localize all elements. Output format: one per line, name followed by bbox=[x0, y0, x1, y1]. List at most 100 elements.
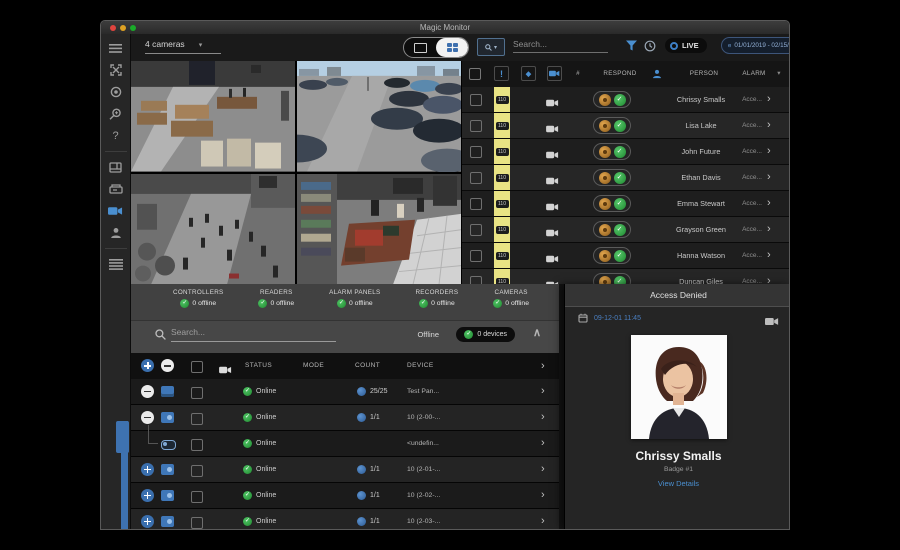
diamond-column-icon[interactable]: ◆ bbox=[521, 66, 536, 81]
expand-toggle-icon[interactable] bbox=[141, 463, 154, 476]
live-button[interactable]: LIVE bbox=[665, 38, 707, 53]
chevron-right-icon[interactable]: › bbox=[767, 269, 771, 284]
zoom-search-icon[interactable] bbox=[101, 103, 131, 125]
device-row[interactable]: ✓ Online 1/1 10 (2-02-... › bbox=[131, 483, 559, 509]
date-range-button[interactable]: 01/01/2019 - 02/15/2019 bbox=[721, 37, 790, 54]
event-row[interactable]: 110 ✓ Duncan Giles Acce... › bbox=[462, 269, 790, 284]
row-checkbox[interactable] bbox=[470, 120, 482, 132]
expand-all-button[interactable] bbox=[141, 359, 154, 372]
expand-toggle-icon[interactable] bbox=[141, 489, 154, 502]
row-checkbox[interactable] bbox=[470, 276, 482, 284]
expand-toggle-icon[interactable] bbox=[141, 437, 154, 450]
clear-button[interactable]: ✓ bbox=[614, 276, 626, 285]
video-icon[interactable] bbox=[765, 313, 779, 331]
chevron-right-icon[interactable]: › bbox=[767, 243, 771, 268]
offline-filter-toggle[interactable]: ✓ 0 devices bbox=[456, 327, 515, 342]
clear-button[interactable]: ✓ bbox=[614, 224, 626, 236]
camera-layout-select[interactable]: 4 cameras▾ bbox=[145, 39, 221, 54]
device-row[interactable]: ✓ Online <undefin... › bbox=[131, 431, 559, 457]
row-checkbox[interactable] bbox=[470, 198, 482, 210]
record-icon[interactable] bbox=[101, 81, 131, 103]
camera-icon[interactable] bbox=[546, 198, 559, 216]
camera-icon[interactable] bbox=[546, 276, 559, 284]
camera-tile-parking-lot[interactable] bbox=[297, 61, 461, 172]
acknowledge-button[interactable] bbox=[599, 224, 611, 236]
event-row[interactable]: 110 ✓ Lisa Lake Acce... › bbox=[462, 113, 790, 139]
row-checkbox[interactable] bbox=[470, 146, 482, 158]
expand-icon[interactable] bbox=[101, 59, 131, 81]
menu-icon[interactable] bbox=[101, 37, 131, 59]
row-checkbox[interactable] bbox=[191, 439, 203, 451]
filter-icon[interactable] bbox=[626, 40, 637, 51]
camera-column-icon[interactable] bbox=[547, 66, 562, 81]
mode-column-header[interactable]: MODE bbox=[303, 353, 324, 379]
chevron-right-icon[interactable]: › bbox=[767, 139, 771, 164]
help-icon[interactable]: ? bbox=[101, 125, 131, 147]
chevron-right-icon[interactable]: › bbox=[767, 217, 771, 242]
clear-button[interactable]: ✓ bbox=[614, 250, 626, 262]
status-column-header[interactable]: STATUS bbox=[245, 353, 272, 379]
event-row[interactable]: 110 ✓ Emma Stewart Acce... › bbox=[462, 191, 790, 217]
history-clock-icon[interactable] bbox=[644, 40, 656, 52]
camera-icon[interactable] bbox=[546, 250, 559, 268]
clear-button[interactable]: ✓ bbox=[614, 94, 626, 106]
person-icon[interactable] bbox=[101, 222, 131, 244]
clear-button[interactable]: ✓ bbox=[614, 120, 626, 132]
chevron-right-icon[interactable]: › bbox=[767, 191, 771, 216]
device-row[interactable]: ✓ Online 1/1 10 (2-00-... › bbox=[131, 405, 559, 431]
view-details-link[interactable]: View Details bbox=[565, 479, 790, 488]
row-checkbox[interactable] bbox=[470, 224, 482, 236]
event-row[interactable]: 110 ✓ John Future Acce... › bbox=[462, 139, 790, 165]
list-icon[interactable] bbox=[101, 253, 131, 275]
clear-button[interactable]: ✓ bbox=[614, 146, 626, 158]
acknowledge-button[interactable] bbox=[599, 146, 611, 158]
video-wall-icon[interactable] bbox=[101, 156, 131, 178]
collapse-all-button[interactable] bbox=[161, 359, 174, 372]
close-button[interactable] bbox=[110, 25, 116, 31]
expand-toggle-icon[interactable] bbox=[141, 411, 154, 424]
collapse-panel-button[interactable]: ∧ bbox=[533, 326, 541, 339]
acknowledge-button[interactable] bbox=[599, 276, 611, 285]
alarm-column-header[interactable]: ALARM bbox=[736, 61, 772, 87]
device-column-header[interactable]: DEVICE bbox=[407, 353, 434, 379]
more-columns-icon[interactable]: ▾ bbox=[772, 61, 786, 87]
device-row[interactable]: ✓ Online 1/1 10 (2-03-... › bbox=[131, 509, 559, 529]
number-column-header[interactable]: # bbox=[568, 61, 588, 87]
person-column-icon[interactable] bbox=[649, 66, 664, 81]
camera-tile-warehouse[interactable] bbox=[131, 61, 295, 172]
camera-tile-checkout[interactable] bbox=[297, 174, 461, 285]
expand-toggle-icon[interactable] bbox=[141, 515, 154, 528]
acknowledge-button[interactable] bbox=[599, 198, 611, 210]
badge-printer-icon[interactable] bbox=[101, 178, 131, 200]
chevron-right-icon[interactable]: › bbox=[767, 113, 771, 138]
respond-column-header[interactable]: RESPOND bbox=[595, 61, 645, 87]
chevron-right-icon[interactable]: › bbox=[541, 405, 545, 430]
event-row[interactable]: 110 ✓ Grayson Green Acce... › bbox=[462, 217, 790, 243]
acknowledge-button[interactable] bbox=[599, 250, 611, 262]
clear-button[interactable]: ✓ bbox=[614, 172, 626, 184]
acknowledge-button[interactable] bbox=[599, 120, 611, 132]
chevron-right-icon[interactable]: › bbox=[541, 457, 545, 482]
device-row[interactable]: ✓ Online 1/1 10 (2-01-... › bbox=[131, 457, 559, 483]
chevron-right-icon[interactable]: › bbox=[541, 509, 545, 529]
acknowledge-button[interactable] bbox=[599, 94, 611, 106]
row-checkbox[interactable] bbox=[191, 413, 203, 425]
chevron-right-icon[interactable]: › bbox=[767, 87, 771, 112]
search-input[interactable] bbox=[513, 39, 608, 53]
chevron-right-icon[interactable]: › bbox=[767, 165, 771, 190]
count-column-header[interactable]: COUNT bbox=[355, 353, 380, 379]
row-checkbox[interactable] bbox=[191, 465, 203, 477]
row-checkbox[interactable] bbox=[191, 517, 203, 529]
event-row[interactable]: 110 ✓ Ethan Davis Acce... › bbox=[462, 165, 790, 191]
priority-column-icon[interactable]: ! bbox=[494, 66, 509, 81]
select-all-checkbox[interactable] bbox=[469, 68, 481, 80]
camera-icon[interactable] bbox=[101, 200, 131, 222]
clear-button[interactable]: ✓ bbox=[614, 198, 626, 210]
grid-view-button[interactable] bbox=[436, 38, 468, 57]
row-checkbox[interactable] bbox=[470, 250, 482, 262]
row-checkbox[interactable] bbox=[191, 387, 203, 399]
row-checkbox[interactable] bbox=[191, 491, 203, 503]
chevron-right-icon[interactable]: › bbox=[541, 431, 545, 456]
acknowledge-button[interactable] bbox=[599, 172, 611, 184]
row-checkbox[interactable] bbox=[470, 172, 482, 184]
